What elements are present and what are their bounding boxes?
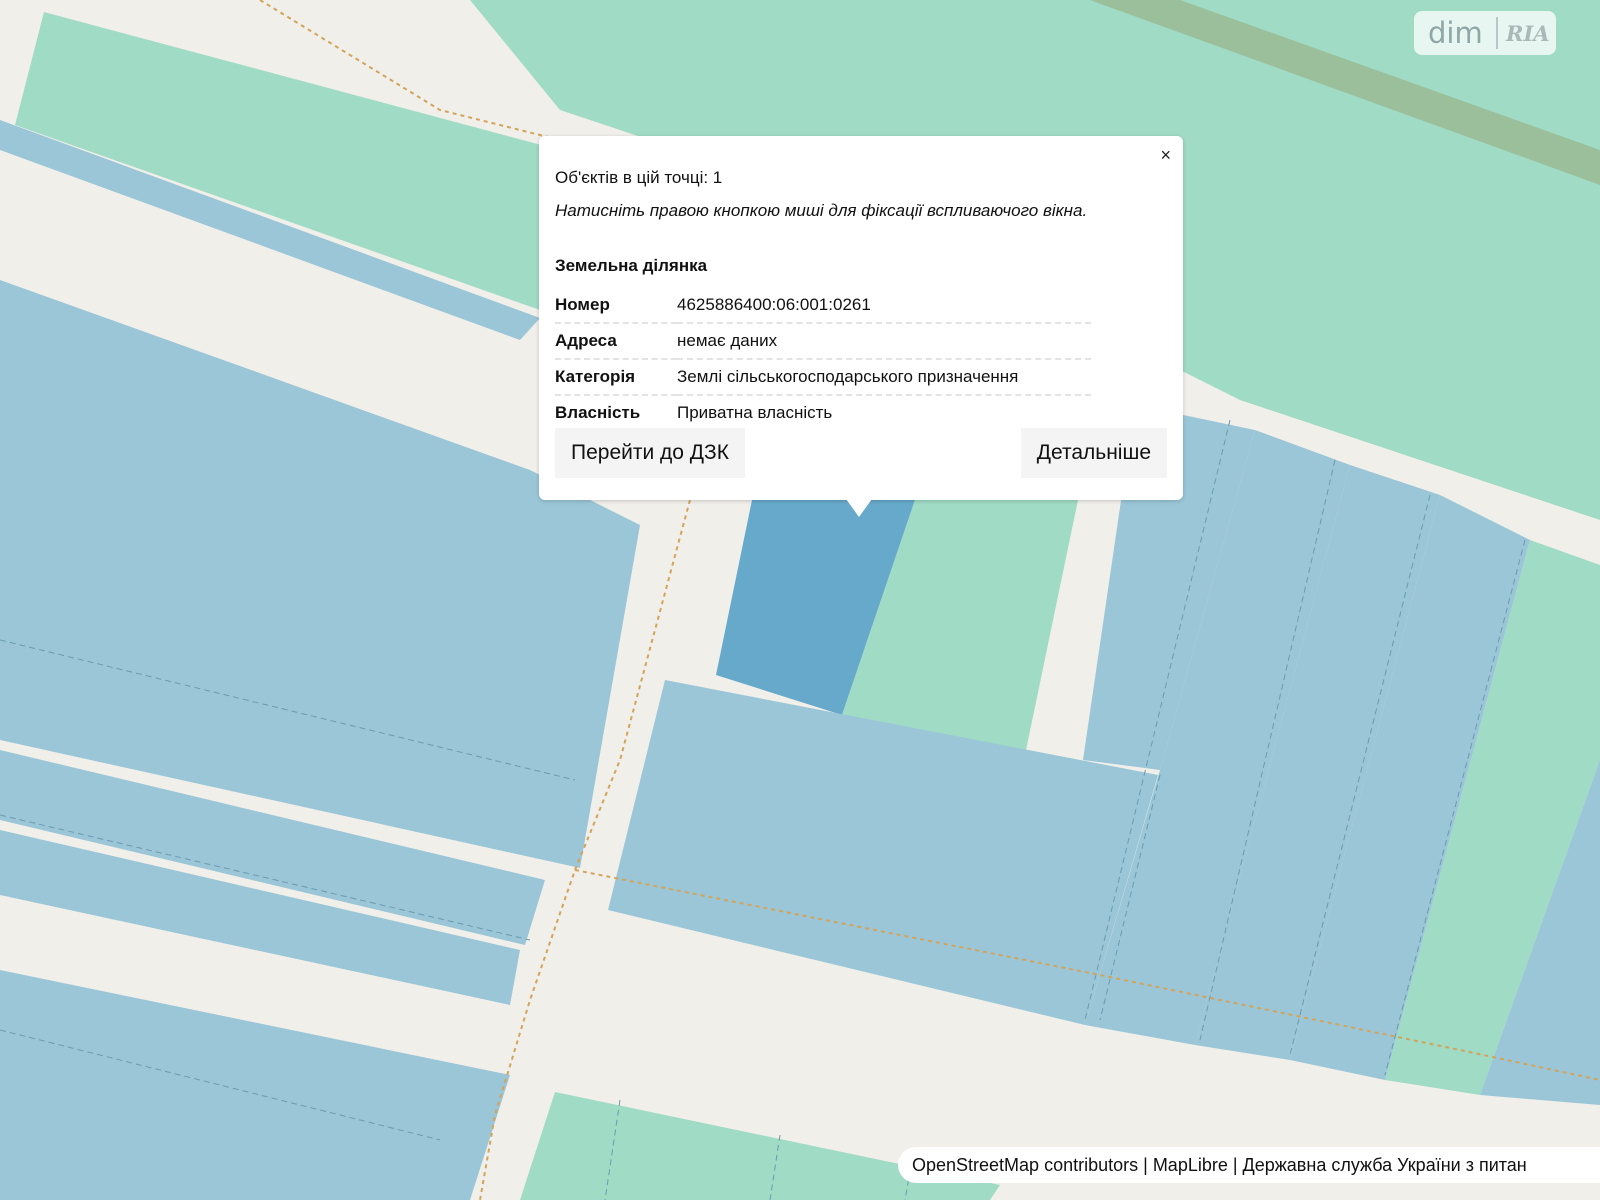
close-icon[interactable]: ×	[1160, 146, 1171, 164]
attribution-separator: |	[1227, 1155, 1243, 1175]
map-attribution: OpenStreetMap contributors | MapLibre | …	[898, 1147, 1600, 1183]
popup-pointer	[846, 499, 872, 517]
dim-ria-logo: dim RIA	[1414, 11, 1556, 55]
attribution-separator: |	[1138, 1155, 1153, 1175]
osm-attribution-link[interactable]: OpenStreetMap contributors	[912, 1155, 1138, 1175]
table-row-number: Номер 4625886400:06:001:0261	[555, 288, 1091, 324]
parcel-info-table: Номер 4625886400:06:001:0261 Адреса нема…	[555, 288, 1091, 430]
table-row-ownership: Власність Приватна власність	[555, 395, 1091, 430]
logo-divider	[1496, 17, 1498, 49]
row-key: Номер	[555, 288, 677, 324]
row-value: Землі сільськогосподарського призначення	[677, 359, 1091, 396]
details-button[interactable]: Детальніше	[1020, 428, 1167, 478]
go-to-dzk-button[interactable]: Перейти до ДЗК	[555, 428, 745, 478]
row-key: Адреса	[555, 323, 677, 360]
parcel-info-popup: × Об'єктів в цій точці: 1 Натисніть прав…	[539, 136, 1183, 500]
table-row-address: Адреса немає даних	[555, 323, 1091, 360]
row-key: Власність	[555, 403, 641, 422]
row-value: 4625886400:06:001:0261	[677, 288, 1091, 324]
agency-attribution-text: Державна служба України з питан	[1242, 1155, 1527, 1175]
section-title: Земельна ділянка	[555, 256, 708, 275]
logo-ria-text: RIA	[1506, 21, 1550, 46]
popup-hint-text: Натисніть правою кнопкою миші для фіксац…	[555, 201, 1088, 220]
row-key: Категорія	[555, 359, 677, 396]
objects-count-text: Об'єктів в цій точці: 1	[555, 168, 723, 187]
maplibre-attribution-link[interactable]: MapLibre	[1153, 1155, 1228, 1175]
row-value: Приватна власність	[677, 403, 833, 422]
logo-dim-text: dim	[1428, 16, 1483, 50]
table-row-category: Категорія Землі сільськогосподарського п…	[555, 359, 1091, 396]
row-value: немає даних	[677, 323, 1091, 360]
